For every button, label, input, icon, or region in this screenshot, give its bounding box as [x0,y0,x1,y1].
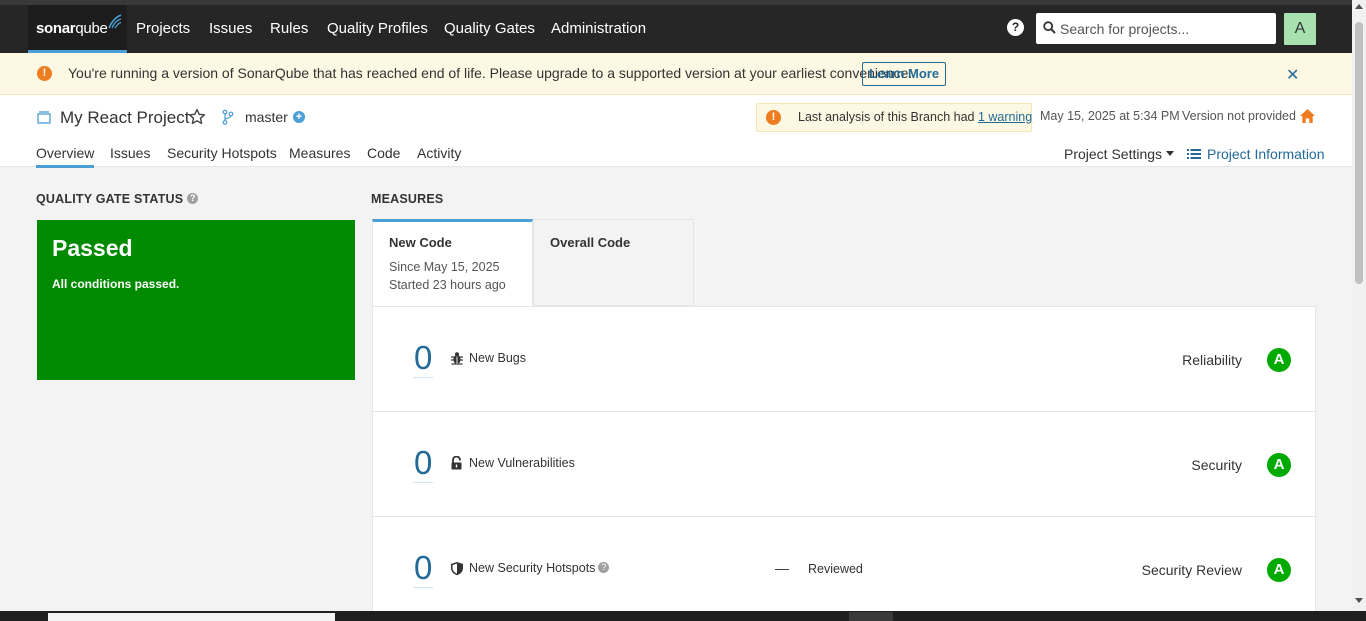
measures-panel: 0 New Bugs Reliability A 0 New Vulnerabi… [372,306,1316,616]
measures-title: MEASURES [371,192,444,206]
shield-icon [451,562,463,576]
new-vulnerabilities-label: New Vulnerabilities [469,456,575,470]
measure-row-vulnerabilities: 0 New Vulnerabilities Security A [373,412,1315,517]
warning-link[interactable]: 1 warning [978,110,1032,124]
security-review-label: Security Review [1141,562,1242,578]
close-icon[interactable]: ✕ [1286,65,1299,85]
main-branch-home-icon[interactable] [1299,108,1316,124]
end-of-life-banner: ! You're running a version of SonarQube … [0,53,1352,95]
lock-icon [451,456,462,470]
project-icon [37,111,51,124]
os-taskbar [0,611,1366,621]
new-bugs-value[interactable]: 0 [413,339,434,378]
quality-gate-subtitle: All conditions passed. [52,277,180,291]
nav-quality-gates[interactable]: Quality Gates [444,20,535,37]
branch-icon [222,109,234,125]
tab-code[interactable]: Code [367,145,400,161]
new-bugs-label: New Bugs [469,351,526,365]
reviewed-label: Reviewed [808,562,863,576]
nav-rules[interactable]: Rules [270,20,308,37]
new-vulnerabilities-value[interactable]: 0 [413,444,434,483]
reliability-label: Reliability [1182,352,1242,368]
security-rating[interactable]: A [1267,453,1291,477]
analysis-message: Last analysis of this Branch had 1 warni… [798,110,1033,124]
security-label: Security [1191,457,1242,473]
measure-row-bugs: 0 New Bugs Reliability A [373,307,1315,412]
project-name[interactable]: My React Project [60,108,189,128]
scrollbar-thumb[interactable] [1355,22,1363,284]
sonarqube-logo[interactable]: sonarqube [28,5,127,53]
scroll-up-arrow-icon[interactable] [1355,4,1363,9]
tab-issues[interactable]: Issues [110,145,150,161]
user-avatar[interactable]: A [1284,13,1316,45]
tab-title: New Code [389,235,452,250]
measure-row-hotspots: 0 New Security Hotspots? — Reviewed Secu… [373,517,1315,621]
project-search [1036,13,1276,44]
list-icon [1187,148,1201,159]
help-icon[interactable]: ? [598,562,610,574]
quality-gate-title: QUALITY GATE STATUS? [36,192,199,206]
taskbar-active-app[interactable] [849,612,893,621]
analysis-warning: ! Last analysis of this Branch had 1 war… [756,103,1032,132]
favorite-star-icon[interactable] [188,108,206,126]
nav-projects[interactable]: Projects [136,20,190,37]
nav-quality-profiles[interactable]: Quality Profiles [327,20,428,37]
search-input[interactable] [1060,13,1272,44]
branch-name[interactable]: master [245,109,288,125]
tab-security-hotspots[interactable]: Security Hotspots [167,145,277,161]
caret-down-icon [1165,151,1174,157]
tab-overall-code[interactable]: Overall Code [533,219,694,306]
logo-waves-icon [108,14,122,29]
logo-text: sonarqube [36,20,108,37]
quality-gate-status-card: Passed All conditions passed. [37,220,355,380]
nav-issues[interactable]: Issues [209,20,252,37]
new-code-started: Started 23 hours ago [389,278,506,292]
security-review-rating[interactable]: A [1267,558,1291,582]
scroll-down-arrow-icon[interactable] [1355,598,1363,603]
nav-administration[interactable]: Administration [551,20,646,37]
project-header: My React Project master + ! Last analysi… [0,95,1352,168]
project-version: Version not provided [1182,109,1296,123]
tab-measures[interactable]: Measures [289,145,350,161]
search-icon [1043,21,1056,34]
analysis-date: May 15, 2025 at 5:34 PM [1040,109,1180,123]
new-hotspots-label: New Security Hotspots? [469,561,610,575]
exclamation-icon: ! [37,66,52,81]
taskbar-search[interactable] [48,613,335,621]
page-scrollbar[interactable] [1352,0,1366,611]
reliability-rating[interactable]: A [1267,348,1291,372]
project-information-link[interactable]: Project Information [1187,146,1325,162]
help-icon[interactable]: ? [187,193,199,205]
help-icon[interactable]: ? [1007,19,1024,36]
quality-gate-status: Passed [52,235,133,261]
bug-icon [451,352,463,365]
tab-overview[interactable]: Overview [36,145,95,168]
tab-activity[interactable]: Activity [417,145,461,161]
project-settings-dropdown[interactable]: Project Settings [1064,146,1174,162]
learn-more-button[interactable]: Learn More [862,62,947,86]
top-navigation-bar: sonarqube Projects Issues Rules Quality … [0,0,1352,53]
add-branch-icon[interactable]: + [293,111,305,123]
tab-title: Overall Code [550,235,631,250]
new-code-since: Since May 15, 2025 [389,260,500,274]
new-hotspots-value[interactable]: 0 [413,549,434,588]
exclamation-icon: ! [766,110,781,125]
tab-new-code[interactable]: New Code Since May 15, 2025 Started 23 h… [372,219,533,307]
banner-message: You're running a version of SonarQube th… [68,65,913,81]
reviewed-value: — [775,560,789,576]
